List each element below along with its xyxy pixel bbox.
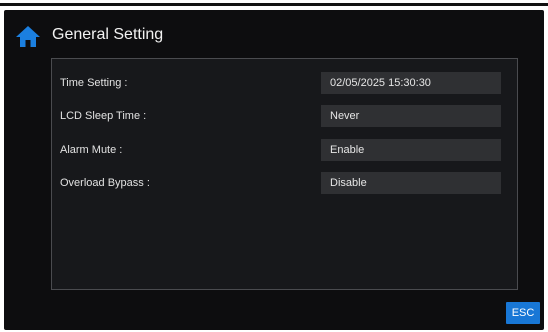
overload-bypass-label: Overload Bypass : xyxy=(60,177,150,189)
settings-panel: Time Setting : 02/05/2025 15:30:30 LCD S… xyxy=(51,58,518,290)
setting-row-overload-bypass: Overload Bypass : Disable xyxy=(52,172,517,194)
top-rule xyxy=(0,0,548,10)
alarm-mute-label: Alarm Mute : xyxy=(60,144,123,156)
settings-screen: General Setting Time Setting : 02/05/202… xyxy=(4,10,544,330)
alarm-mute-field[interactable]: Enable xyxy=(321,139,501,161)
overload-bypass-field[interactable]: Disable xyxy=(321,172,501,194)
lcd-sleep-time-field[interactable]: Never xyxy=(321,105,501,127)
page-title: General Setting xyxy=(52,26,164,43)
setting-row-time: Time Setting : 02/05/2025 15:30:30 xyxy=(52,72,517,94)
time-setting-label: Time Setting : xyxy=(60,77,128,89)
setting-row-alarm-mute: Alarm Mute : Enable xyxy=(52,139,517,161)
home-icon[interactable] xyxy=(14,24,42,48)
setting-row-lcd-sleep: LCD Sleep Time : Never xyxy=(52,105,517,127)
time-setting-field[interactable]: 02/05/2025 15:30:30 xyxy=(321,72,501,94)
lcd-sleep-time-label: LCD Sleep Time : xyxy=(60,110,147,122)
esc-button[interactable]: ESC xyxy=(506,302,540,324)
